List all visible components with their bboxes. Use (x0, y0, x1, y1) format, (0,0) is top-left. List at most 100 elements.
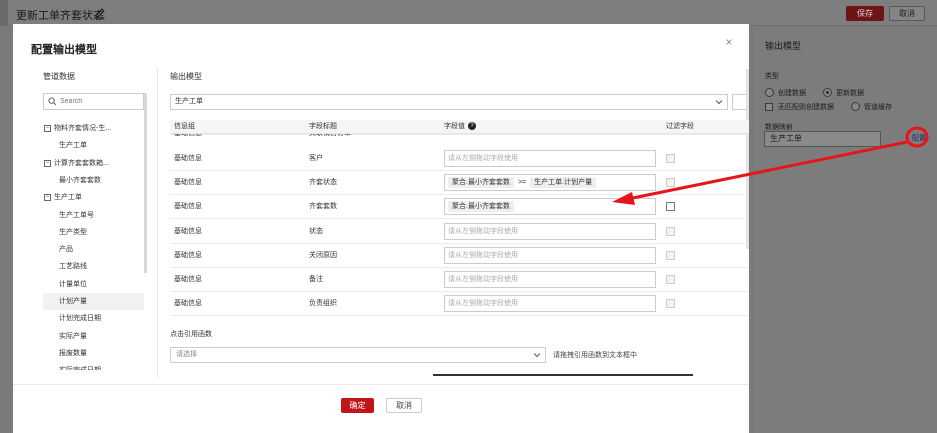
search-icon (48, 97, 57, 106)
tree-item[interactable]: 产品 (43, 241, 144, 258)
tree-item[interactable]: 工艺路线 (43, 258, 144, 275)
no-match-create-label: 无匹配则创建数据 (778, 104, 834, 111)
pipeline-search[interactable] (43, 93, 144, 110)
chevron-down-icon (715, 100, 723, 105)
table-row: 基础信息关联销售订单 (170, 134, 749, 137)
cancel-button[interactable]: 取消 (889, 6, 925, 21)
field-tag[interactable]: 聚合.最小齐套套数 (448, 201, 514, 213)
function-select-placeholder: 请选择 (176, 351, 197, 358)
radio-pipeline-cache[interactable] (851, 102, 860, 111)
pipeline-scrollbar[interactable] (144, 93, 147, 273)
field-table-body: 基础信息关联销售订单基础信息客户请从左侧拖动字段使用基础信息齐套状态聚合.最小齐… (170, 134, 749, 344)
tree-item[interactable]: 生产类型 (43, 224, 144, 241)
radio-update-label: 更新数据 (836, 90, 864, 97)
field-placeholder: 请从左侧拖动字段使用 (448, 276, 518, 283)
field-value-input[interactable]: 请从左侧拖动字段使用 (444, 246, 656, 264)
row-field-title: 负责组织 (309, 300, 337, 308)
row-group: 基础信息 (174, 276, 202, 283)
dialog-cancel-button[interactable]: 取消 (386, 398, 422, 413)
table-row: 基础信息 齐套状态 聚合.最小齐套套数 >= 生产工单.计划产量 (170, 171, 749, 196)
filter-checkbox[interactable] (666, 178, 675, 188)
tree-item[interactable]: 生产工单号 (43, 207, 144, 224)
tree-item-label: 工艺路线 (59, 263, 87, 271)
row-field-title: 关闭原因 (309, 251, 337, 259)
col-group: 信息组 (174, 123, 195, 130)
dialog-footer (13, 384, 749, 433)
col-field-title: 字段标题 (309, 123, 337, 130)
confirm-button[interactable]: 确定 (341, 398, 374, 413)
tree-item[interactable]: − 物料齐套情况-生... (43, 120, 144, 137)
tree-item[interactable]: 最小齐套套数 (43, 172, 144, 189)
data-mapping-input[interactable]: 生产工单 (764, 131, 881, 147)
no-match-create-checkbox[interactable] (765, 103, 773, 111)
tree-item[interactable]: 计划产量 (43, 293, 144, 310)
field-tag[interactable]: 聚合.最小齐套套数 (448, 177, 514, 189)
filter-checkbox[interactable] (666, 275, 675, 284)
row-field-title: 齐套套数 (309, 203, 337, 211)
tree-item-label: 计划完成日期 (59, 315, 101, 323)
close-icon[interactable]: × (723, 36, 735, 48)
field-value-input[interactable]: 请从左侧拖动字段使用 (444, 150, 656, 167)
table-row: 基础信息 备注 请从左侧拖动字段使用 (170, 268, 749, 292)
function-select[interactable]: 请选择 (170, 347, 546, 363)
tree-item[interactable]: 生产工单 (43, 137, 144, 154)
col-field-value: 字段值? (444, 120, 476, 134)
row-group: 基础信息 (174, 134, 202, 146)
row-group: 基础信息 (174, 251, 202, 259)
field-placeholder: 请从左侧拖动字段使用 (448, 300, 518, 308)
radio-update[interactable] (823, 88, 832, 97)
tree-item-label: 物料齐套情况-生... (54, 125, 112, 132)
row-field-title: 状态 (309, 227, 323, 235)
tree-item-label: 计划产量 (59, 298, 87, 305)
tree-item[interactable]: 计量单位 (43, 276, 144, 293)
filter-checkbox[interactable] (666, 299, 675, 309)
field-value-input[interactable]: 请从左侧拖动字段使用 (444, 271, 656, 288)
output-model-value: 生产工单 (175, 98, 203, 105)
filter-checkbox[interactable] (666, 250, 675, 260)
tree-item-label: 实际完成日期 (59, 362, 101, 370)
tree-item[interactable]: 计划完成日期 (43, 310, 144, 327)
tree-item[interactable]: 实际产量 (43, 328, 144, 345)
filter-checkbox[interactable] (666, 226, 675, 236)
field-tag[interactable]: 生产工单.计划产量 (530, 177, 597, 189)
output-model-select[interactable]: 生产工单 (170, 94, 728, 110)
field-value-input[interactable]: 聚合.最小齐套套数 >= 生产工单.计划产量 (444, 174, 656, 192)
field-value-input[interactable]: 聚合.最小齐套套数 (444, 198, 656, 216)
tree-item[interactable]: 报废数量 (43, 345, 144, 362)
col-field-value-label: 字段值 (444, 123, 465, 130)
dialog-title: 配置输出模型 (31, 44, 97, 56)
tree-item[interactable]: − 计算齐套套数箱... (43, 155, 144, 172)
chevron-down-icon (533, 353, 541, 358)
collapse-toggle-icon[interactable]: − (44, 159, 51, 167)
table-header: 信息组 字段标题 字段值? 过滤字段 (170, 120, 749, 134)
field-placeholder: 请从左侧拖动字段使用 (448, 251, 518, 259)
help-icon[interactable]: ? (468, 122, 476, 131)
field-value-input[interactable]: 请从左侧拖动字段使用 (444, 222, 656, 240)
radio-create-label: 创建数据 (778, 90, 806, 97)
tree-item[interactable]: − 生产工单 (43, 189, 144, 206)
function-title: 点击引用函数 (170, 331, 212, 338)
tree-item-label: 报废数量 (59, 349, 87, 357)
row-field-title: 齐套状态 (309, 179, 337, 187)
operator: >= (517, 179, 527, 187)
save-button[interactable]: 保存 (846, 6, 884, 21)
tree-item[interactable]: 实际完成日期 (43, 362, 144, 370)
tree-item-label: 最小齐套套数 (59, 176, 101, 184)
output-model-sidebar: 输出模型 类型 创建数据 更新数据 无匹配则创建数据 管道缓存 数据映射 配置 (755, 27, 937, 433)
filter-checkbox[interactable] (666, 154, 675, 163)
tree-item-label: 生产类型 (59, 228, 87, 236)
collapse-toggle-icon[interactable]: − (44, 194, 51, 202)
edit-pencil-icon[interactable] (94, 7, 106, 19)
output-model-title: 输出模型 (170, 72, 202, 81)
tree-item-label: 实际产量 (59, 332, 87, 340)
radio-create[interactable] (765, 88, 774, 97)
table-row: 基础信息 状态 请从左侧拖动字段使用 (170, 220, 749, 244)
config-link[interactable]: 配置 (912, 133, 926, 143)
field-value-input[interactable]: 请从左侧拖动字段使用 (444, 295, 656, 313)
row-group: 基础信息 (174, 203, 202, 211)
row-field-title: 备注 (309, 276, 323, 283)
collapse-toggle-icon[interactable]: − (44, 125, 51, 132)
search-input[interactable] (60, 96, 140, 107)
filter-checkbox[interactable] (666, 202, 675, 212)
horizontal-scrollbar[interactable] (433, 374, 693, 376)
